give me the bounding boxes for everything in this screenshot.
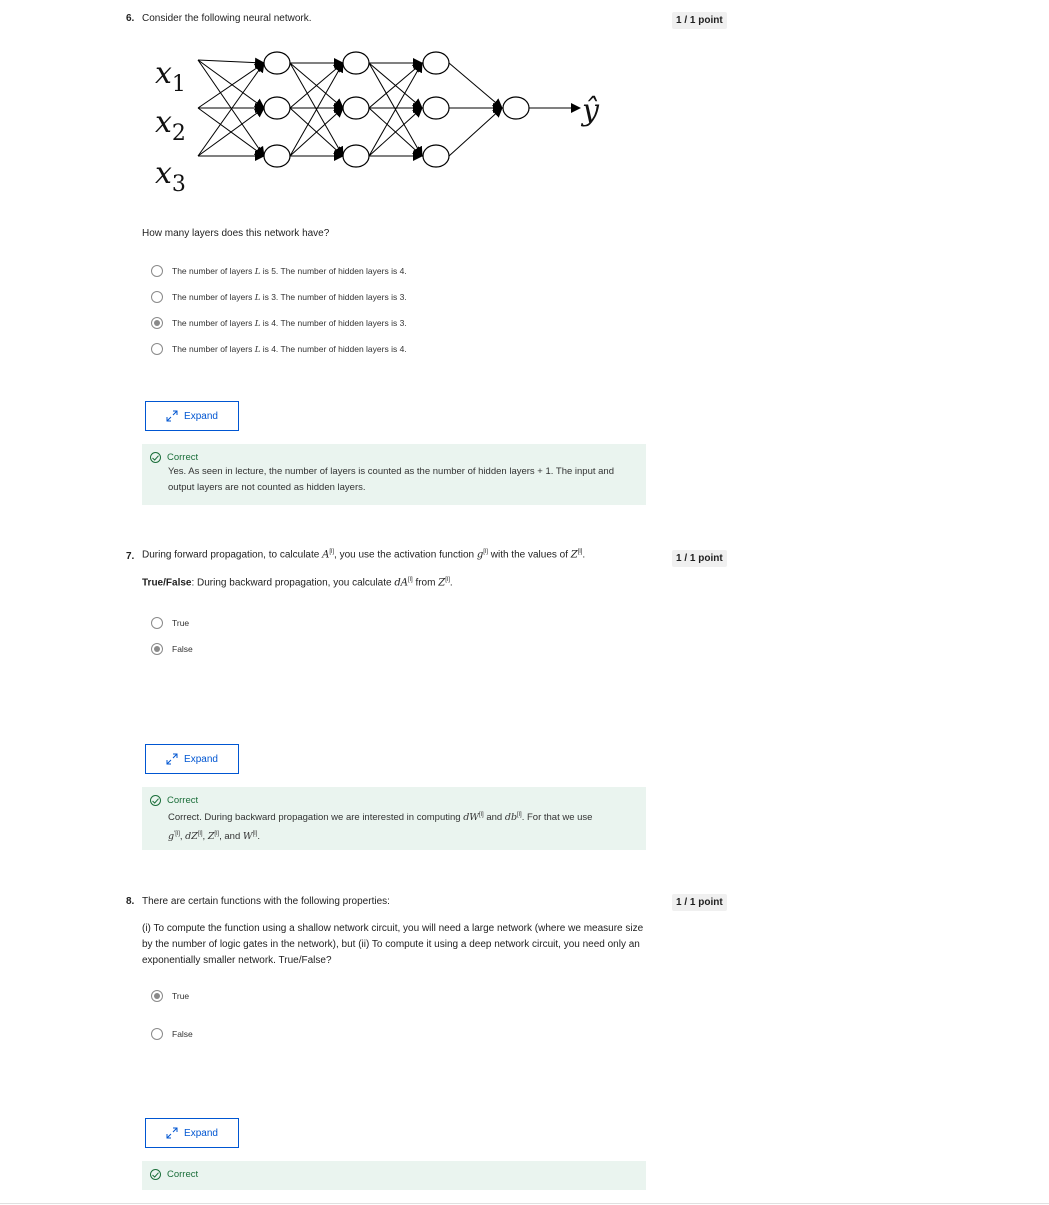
expand-button[interactable]: Expand [145, 401, 239, 431]
option-label: The number of layers L is 3. The number … [172, 291, 407, 303]
hidden-node [342, 144, 370, 168]
question-prompt: Consider the following neural network. [142, 13, 312, 24]
radio-button[interactable] [151, 265, 163, 277]
hidden-node [422, 144, 450, 168]
expand-icon [166, 410, 178, 422]
feedback-header: Correct [150, 795, 198, 806]
answer-option[interactable]: True [151, 617, 189, 629]
hidden-node [422, 96, 450, 120]
neural-network-diagram: x1 x2 x3 ŷ [155, 51, 600, 197]
hidden-node [263, 51, 291, 75]
feedback-title: Correct [167, 1169, 199, 1180]
hidden-node [342, 51, 370, 75]
radio-button[interactable] [151, 291, 163, 303]
check-circle-icon [150, 1169, 161, 1180]
radio-button-selected[interactable] [151, 643, 163, 655]
points-badge: 1 / 1 point [672, 894, 727, 911]
option-label: True [172, 991, 190, 1001]
question-body: (i) To compute the function using a shal… [142, 923, 644, 966]
feedback-panel: Correct Correct. During backward propaga… [142, 787, 646, 850]
hidden-node [422, 51, 450, 75]
answer-option-selected[interactable]: False [151, 643, 193, 655]
input-label-x3: x3 [155, 156, 186, 197]
feedback-text: Correct. During backward propagation we … [168, 812, 593, 843]
option-label: False [172, 644, 193, 654]
check-circle-icon [150, 452, 161, 463]
expand-icon [166, 753, 178, 765]
answer-option-selected[interactable]: The number of layers L is 4. The number … [151, 317, 407, 329]
expand-label: Expand [184, 410, 218, 422]
feedback-header: Correct [150, 452, 198, 463]
question-number: 6. [126, 13, 135, 24]
question-prompt: There are certain functions with the fol… [142, 896, 390, 907]
question-number: 7. [126, 551, 135, 562]
expand-label: Expand [184, 753, 218, 765]
expand-button[interactable]: Expand [145, 1118, 239, 1148]
expand-label: Expand [184, 1127, 218, 1139]
radio-button[interactable] [151, 1028, 163, 1040]
answer-option[interactable]: False [151, 1028, 193, 1040]
hidden-node [263, 96, 291, 120]
option-label: False [172, 1029, 193, 1039]
feedback-title: Correct [167, 795, 199, 806]
question-statement: True/False: During backward propagation,… [142, 577, 453, 589]
answer-option[interactable]: The number of layers L is 3. The number … [151, 291, 407, 303]
hidden-node [342, 96, 370, 120]
feedback-text: Yes. As seen in lecture, the number of l… [168, 466, 614, 493]
answer-option[interactable]: The number of layers L is 5. The number … [151, 265, 407, 277]
output-node [502, 96, 530, 120]
check-circle-icon [150, 795, 161, 806]
option-label: The number of layers L is 5. The number … [172, 265, 407, 277]
expand-icon [166, 1127, 178, 1139]
answer-option[interactable]: The number of layers L is 4. The number … [151, 343, 407, 355]
points-badge: 1 / 1 point [672, 550, 727, 567]
feedback-panel: Correct [142, 1161, 646, 1190]
option-label: True [172, 618, 190, 628]
input-label-x2: x2 [155, 105, 186, 146]
radio-button-selected[interactable] [151, 317, 163, 329]
option-label: The number of layers L is 4. The number … [172, 343, 407, 355]
option-label: The number of layers L is 4. The number … [172, 317, 407, 329]
feedback-header: Correct [150, 1169, 198, 1180]
hidden-node [263, 144, 291, 168]
radio-button-selected[interactable] [151, 990, 163, 1002]
output-label-yhat: ŷ [580, 93, 600, 128]
points-badge: 1 / 1 point [672, 12, 727, 29]
feedback-panel: Correct Yes. As seen in lecture, the num… [142, 444, 646, 505]
question-text: How many layers does this network have? [142, 228, 330, 239]
radio-button[interactable] [151, 343, 163, 355]
question-number: 8. [126, 896, 135, 907]
divider [0, 1203, 1049, 1204]
question-prompt: During forward propagation, to calculate… [142, 549, 586, 561]
feedback-title: Correct [167, 452, 199, 463]
expand-button[interactable]: Expand [145, 744, 239, 774]
radio-button[interactable] [151, 617, 163, 629]
answer-option-selected[interactable]: True [151, 990, 189, 1002]
input-label-x1: x1 [155, 56, 186, 97]
